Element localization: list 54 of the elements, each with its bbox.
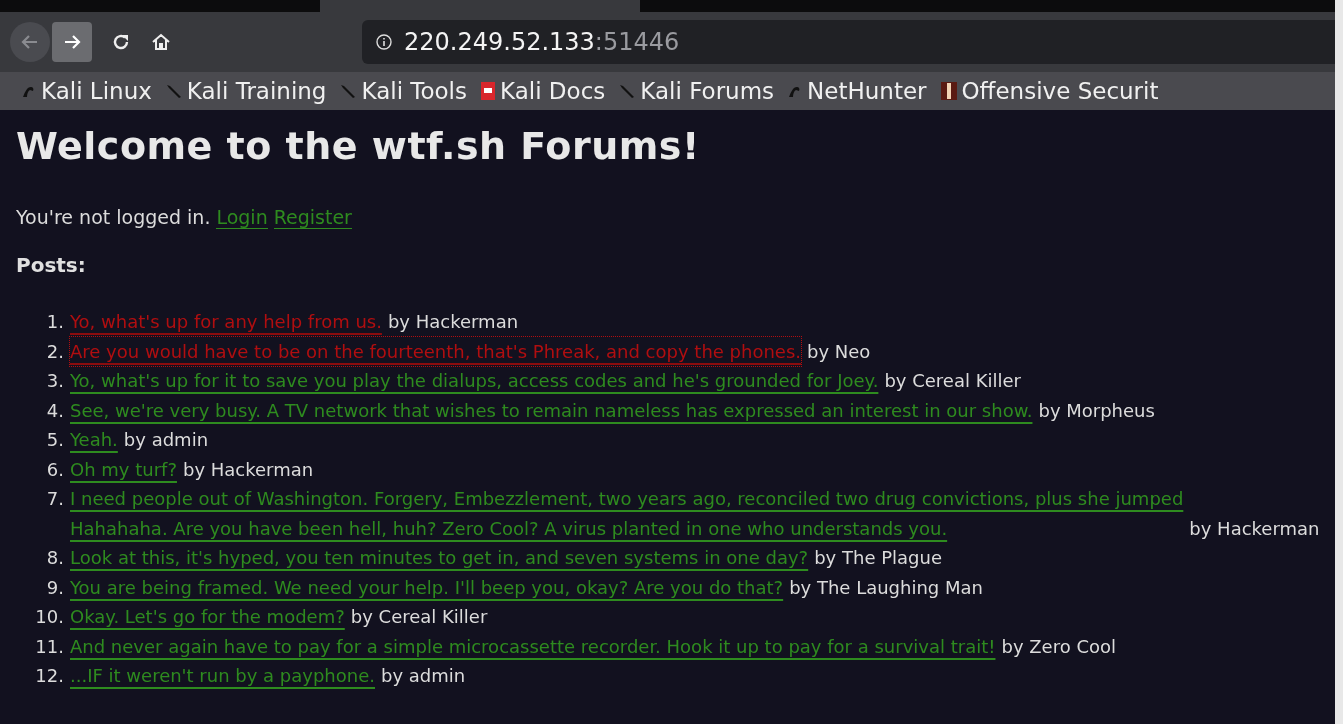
post-number: 9. [45,575,65,600]
bookmark-link[interactable]: NetHunter [788,78,927,104]
post-link[interactable]: You are being framed. We need your help. I'll beep you, okay? Are you do that? [70,572,784,602]
forward-button[interactable] [52,22,92,62]
post-author: by The Laughing Man [789,576,983,598]
post-number: 2. [45,339,65,364]
post-author: by Cereal Killer [884,370,1021,391]
document-icon [481,82,495,100]
post-author: by Hackerman [387,311,519,332]
post-link[interactable]: Yeah. [70,425,118,455]
post-link[interactable]: Look at this, it's hyped, you ten minutes to get in, and seven systems in one day? [70,543,809,573]
page-title: Welcome to the wtf.sh Forums! [16,124,701,168]
post-link[interactable]: Oh my turf? [70,454,177,484]
home-icon[interactable] [150,31,172,53]
post-author: by admin [123,429,209,450]
post-author: by Zero Cool [1001,635,1116,657]
post-number: 1. [45,310,65,334]
post-link[interactable]: Are you would have to be on the fourteenth, that's Phreak, and copy the phones. [70,336,801,366]
post-number: 11. [34,634,65,659]
post-author: by Morpheus [1038,399,1155,421]
post-number: 5. [45,428,65,452]
bookmark-link[interactable]: Kali Training [165,78,327,104]
bookmark-link[interactable]: Kali Tools [340,78,467,104]
post-number: 12. [34,664,65,688]
bookmark-link[interactable]: Kali Docs [481,78,606,104]
post-link[interactable]: Yo, what's up for it to save you play the dialups, access codes and he's grounded for Joey. [70,366,879,396]
post-author: by Neo [807,340,871,362]
bookmark-link[interactable]: Offensive Securit [940,78,1159,104]
post-author: by Hackerman [182,458,314,480]
post-number: 3. [45,369,65,393]
post-author: by admin [381,665,466,686]
post-link[interactable]: I need people out of Washington. Forgery, Embezzlement, two years ago, reconciled two drug convictions, plus she jumped Hahahaha. Are you have been hell, huh? Zero Cool? A virus planted in one who understands you. [70,484,1184,543]
post-link[interactable]: Okay. Let's go for the modem? [70,602,345,632]
bookmark-link[interactable]: Kali Linux [22,78,152,104]
address-bar[interactable]: 220.249.52.133:51446 [362,20,1335,64]
post-link[interactable]: ...IF it weren't run by a payphone. [70,661,375,691]
info-icon [376,34,392,50]
post-number: 6. [45,457,65,482]
post-link[interactable]: And never again have to pay for a simple microcassette recorder. Hook it up to pay for a survival trait! [70,631,996,661]
post-number: 8. [45,546,65,570]
post-number: 7. [45,487,65,511]
post-author: by Hackerman [1189,517,1320,539]
post-link[interactable]: See, we're very busy. A TV network that wishes to remain nameless has expressed an interest in our show. [70,395,1033,425]
back-button[interactable] [10,22,50,62]
posts-heading: Posts: [16,253,87,277]
login-status: You're not logged in. [16,206,211,229]
post-link[interactable]: Yo, what's up for any help from us. [70,307,382,337]
auth-link[interactable]: Register [273,206,352,229]
auth-link[interactable]: Login [216,206,268,229]
bookmark-link[interactable]: Kali Forums [619,78,775,104]
post-author: by Cereal Killer [350,606,488,627]
post-number: 10. [34,605,65,629]
post-number: 4. [45,398,65,423]
post-author: by The Plague [814,547,942,568]
